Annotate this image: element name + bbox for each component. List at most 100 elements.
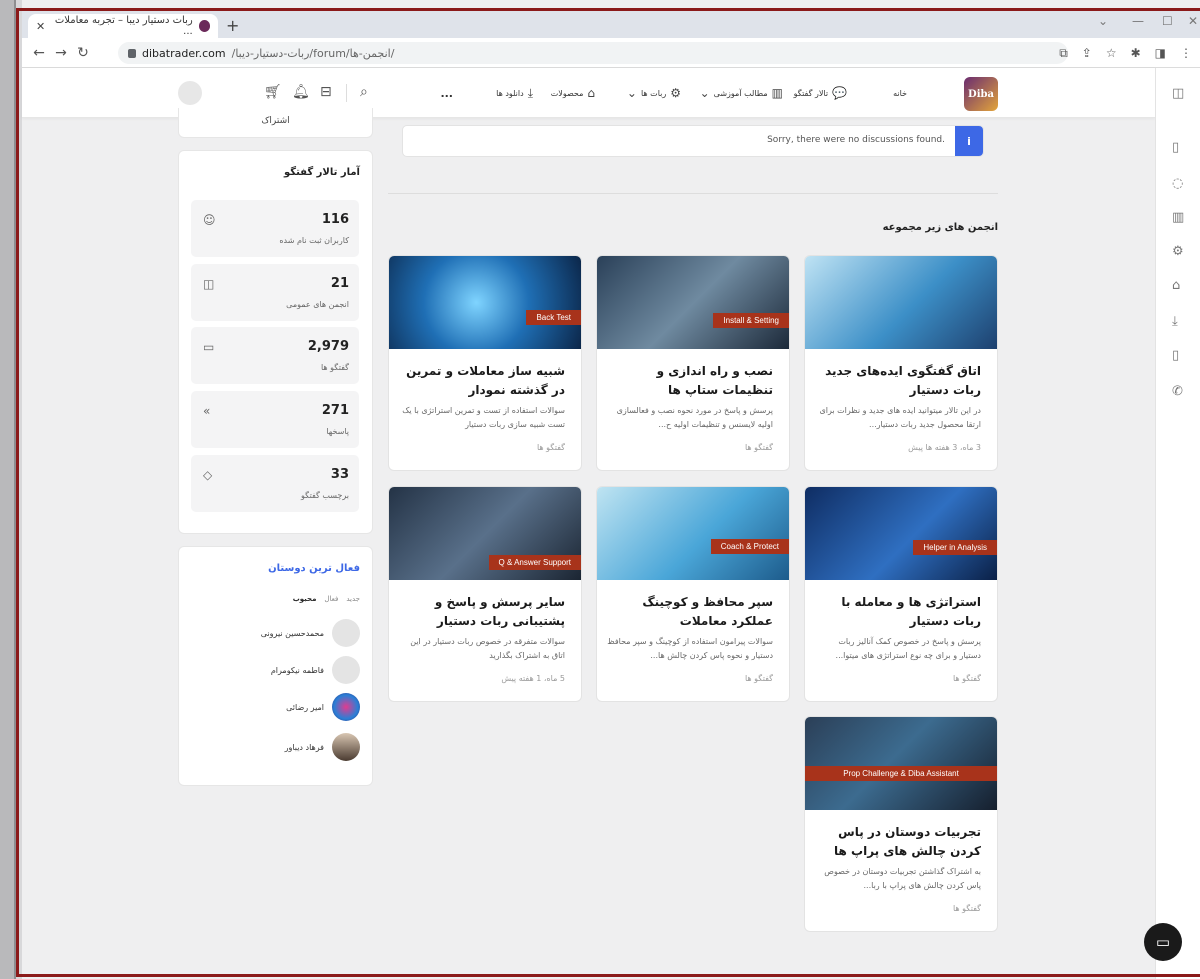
forum-tag: Back Test	[526, 310, 581, 325]
reload-icon[interactable]: ↻	[72, 45, 94, 61]
forum-title[interactable]: سایر پرسش و پاسخ و پشتیبانی ربات دستیار	[399, 593, 565, 631]
nav-home[interactable]: خانه	[893, 68, 907, 118]
forum-meta: گفتگو ها	[952, 674, 981, 683]
friend-item[interactable]: فرهاد دیباور	[285, 733, 360, 761]
friend-name: فاطمه نیکومرام	[270, 665, 324, 675]
forum-desc: سوالات متفرقه در خصوص ربات دستیار در این…	[410, 637, 565, 660]
back-icon[interactable]: ←	[28, 45, 50, 61]
stat-tags: ◇ 33 برچسب گفتگو	[191, 455, 359, 512]
close-tab-icon[interactable]: ✕	[36, 20, 45, 33]
friend-name: محمدحسین نیرونی	[260, 628, 324, 638]
forum-desc: پرسش و پاسخ در مورد نحوه نصب و فعالسازی …	[616, 406, 773, 429]
chat-bubble-icon: ▭	[1155, 933, 1171, 951]
forum-title[interactable]: اتاق گفتگوی ایده‌های جدید ربات دستیار	[815, 362, 981, 400]
stat-label: گفتگو ها	[320, 363, 349, 372]
page-icon[interactable]: ▯	[1172, 140, 1179, 155]
forum-image	[805, 256, 997, 349]
share-icon[interactable]: ⇪	[1082, 46, 1092, 61]
stat-label: کاربران ثبت نام شده	[279, 236, 349, 245]
stat-value: 271	[321, 403, 349, 418]
forum-meta: گفتگو ها	[536, 443, 565, 452]
forum-desc: پرسش و پاسخ در خصوص کمک آنالیز ربات دستی…	[835, 637, 981, 660]
user-avatar[interactable]	[178, 81, 202, 105]
side-panel-icon[interactable]: ◨	[1155, 46, 1166, 61]
friend-item[interactable]: فاطمه نیکومرام	[271, 656, 360, 684]
nav-robots-label: ربات ها	[640, 88, 667, 98]
forward-icon[interactable]: →	[50, 45, 72, 61]
chevron-down-icon: ⌄	[626, 86, 637, 100]
forum-tag: Q & Answer Support	[488, 555, 581, 570]
stat-value: 2,979	[307, 339, 349, 354]
chat-icon[interactable]: ◌	[1172, 176, 1183, 191]
new-tab-icon[interactable]: +	[226, 16, 239, 35]
panel-toggle-icon[interactable]: ◫	[1172, 86, 1184, 101]
forum-title[interactable]: سپر محافظ و کوچینگ عملکرد معاملات	[607, 593, 773, 631]
nav-forum[interactable]: 💬 تالار گفتگو	[794, 68, 847, 118]
books-icon: ▥	[771, 86, 783, 100]
nav-more[interactable]: ...	[440, 68, 453, 118]
subscribe-card[interactable]: اشتراک	[178, 108, 373, 138]
extensions-icon[interactable]: ✱	[1131, 46, 1141, 61]
bell-icon[interactable]: 🔔︎	[292, 84, 310, 100]
translate-icon[interactable]: ⧉	[1059, 46, 1068, 61]
tab-popular[interactable]: محبوب	[293, 595, 317, 603]
nav-products[interactable]: ⌂ محصولات	[551, 68, 595, 118]
forum-card[interactable]: Prop Challenge & Diba Assistant تجربیات …	[804, 716, 998, 932]
avatar	[332, 693, 360, 721]
nav-robots[interactable]: ⚙ ربات ها ⌄	[627, 68, 681, 118]
stat-value: 33	[330, 467, 349, 482]
stat-label: انجمن های عمومی	[286, 300, 349, 309]
minimize-icon[interactable]: —	[1132, 14, 1144, 28]
forum-card[interactable]: Helper in Analysis استراتژی ها و معامله …	[804, 486, 998, 702]
friend-item[interactable]: محمدحسین نیرونی	[261, 619, 360, 647]
cart-icon[interactable]: 🛒︎	[264, 84, 282, 100]
forum-card[interactable]: Install & Setting نصب و راه اندازی و تنظ…	[596, 255, 790, 471]
close-window-icon[interactable]: ✕	[1188, 14, 1198, 28]
forum-image	[597, 487, 789, 580]
browser-toolbar: ← → ↻ dibatrader.com /ربات-دستیار-دیبا/f…	[22, 38, 1200, 68]
stat-users: ☺ 116 کاربران ثبت نام شده	[191, 200, 359, 257]
forum-card[interactable]: Coach & Protect سپر محافظ و کوچینگ عملکر…	[596, 486, 790, 702]
menu-icon[interactable]: ⋮	[1180, 46, 1192, 61]
tab-search-icon[interactable]: ⌄	[1098, 14, 1108, 28]
gear-icon[interactable]: ⚙	[1172, 244, 1184, 259]
forum-meta: گفتگو ها	[744, 674, 773, 683]
gear-icon: ⚙	[670, 86, 681, 100]
friend-item[interactable]: امیر رضائی	[286, 693, 360, 721]
products-icon[interactable]: ⌂	[1172, 278, 1180, 293]
forum-title[interactable]: نصب و راه اندازی و تنظیمات ستاپ ها	[607, 362, 773, 400]
site-logo[interactable]: Diba	[964, 77, 998, 111]
maximize-icon[interactable]: ☐	[1162, 14, 1173, 28]
browser-tab[interactable]: ربات دستیار دیبا – تجربه معاملات ... ✕	[28, 14, 218, 38]
forum-title[interactable]: شبیه ساز معاملات و تمرین در گذشته نمودار	[399, 362, 565, 400]
live-chat-button[interactable]: ▭	[1144, 923, 1182, 961]
tab-newest[interactable]: جدید	[346, 595, 360, 603]
stat-value: 116	[321, 212, 349, 227]
search-icon[interactable]: ⌕	[360, 84, 368, 100]
bookmark-star-icon[interactable]: ☆	[1106, 46, 1117, 61]
forum-title[interactable]: استراتژی ها و معامله با ربات دستیار	[815, 593, 981, 631]
nav-learning[interactable]: ▥ مطالب آموزشی ⌄	[700, 68, 783, 118]
tab-active[interactable]: فعال	[324, 595, 338, 603]
inbox-icon[interactable]: ⊟	[320, 84, 332, 100]
forum-title[interactable]: تجربیات دوستان در پاس کردن چالش های پراپ…	[815, 823, 981, 861]
forum-image	[597, 256, 789, 349]
tab-title: ربات دستیار دیبا – تجربه معاملات ...	[54, 15, 193, 37]
url-host: dibatrader.com	[142, 46, 226, 60]
forum-stats-card: آمار تالار گفتگو ☺ 116 کاربران ثبت نام شده…	[178, 150, 373, 534]
site-favicon-icon	[198, 20, 210, 32]
address-bar[interactable]: dibatrader.com /ربات-دستیار-دیبا/forum/ا…	[118, 42, 1068, 64]
download-icon[interactable]: ⤓	[1172, 314, 1178, 329]
books-icon[interactable]: ▥	[1172, 210, 1184, 225]
document-icon[interactable]: ▯	[1172, 348, 1179, 363]
lock-icon	[128, 48, 136, 58]
nav-downloads[interactable]: ⤓ دانلود ها	[496, 68, 533, 118]
no-discussions-notice: i Sorry, there were no discussions found…	[402, 125, 984, 157]
avatar	[332, 619, 360, 647]
nav-learning-label: مطالب آموزشی	[713, 88, 768, 98]
forum-card[interactable]: Back Test شبیه ساز معاملات و تمرین در گذ…	[388, 255, 582, 471]
forum-card[interactable]: اتاق گفتگوی ایده‌های جدید ربات دستیار در…	[804, 255, 998, 471]
friend-name: امیر رضائی	[286, 702, 324, 712]
phone-icon[interactable]: ✆	[1172, 384, 1183, 399]
forum-card[interactable]: Q & Answer Support سایر پرسش و پاسخ و پش…	[388, 486, 582, 702]
